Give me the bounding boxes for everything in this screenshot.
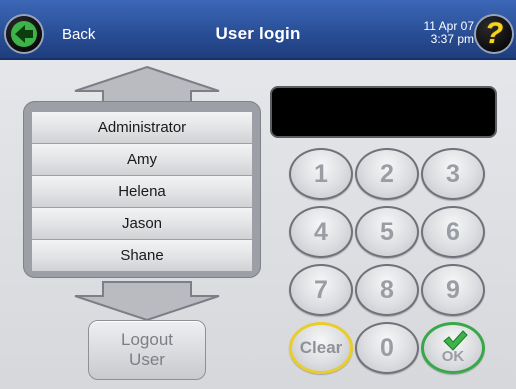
- key-6[interactable]: 6: [421, 206, 485, 258]
- key-8[interactable]: 8: [355, 264, 419, 316]
- logout-user-button[interactable]: Logout User: [88, 320, 206, 380]
- key-0[interactable]: 0: [355, 322, 419, 374]
- list-item[interactable]: Shane: [32, 240, 252, 271]
- pin-display: [270, 86, 497, 138]
- help-question-icon: ?: [484, 17, 504, 50]
- list-item[interactable]: Helena: [32, 176, 252, 207]
- user-list: Administrator Amy Helena Jason Shane: [23, 101, 261, 278]
- help-button[interactable]: ?: [476, 16, 512, 52]
- ok-label: OK: [441, 348, 465, 365]
- time-text: 3:37 pm: [430, 32, 474, 46]
- key-5[interactable]: 5: [355, 206, 419, 258]
- ok-button[interactable]: OK: [421, 322, 485, 374]
- list-item[interactable]: Jason: [32, 208, 252, 239]
- scroll-down-arrow-icon[interactable]: [73, 280, 221, 322]
- key-2[interactable]: 2: [355, 148, 419, 200]
- header-bar: Back User login 11 Apr 07 3:37 pm ?: [0, 0, 516, 60]
- key-4[interactable]: 4: [289, 206, 353, 258]
- key-9[interactable]: 9: [421, 264, 485, 316]
- date-time: 11 Apr 07 3:37 pm: [424, 20, 474, 46]
- clear-button[interactable]: Clear: [289, 322, 353, 374]
- key-7[interactable]: 7: [289, 264, 353, 316]
- list-item[interactable]: Amy: [32, 144, 252, 175]
- logout-line2: User: [129, 350, 165, 369]
- key-1[interactable]: 1: [289, 148, 353, 200]
- list-item[interactable]: Administrator: [32, 112, 252, 143]
- app-frame: Back User login 11 Apr 07 3:37 pm ? Admi…: [0, 0, 516, 389]
- logout-line1: Logout: [121, 330, 173, 349]
- key-3[interactable]: 3: [421, 148, 485, 200]
